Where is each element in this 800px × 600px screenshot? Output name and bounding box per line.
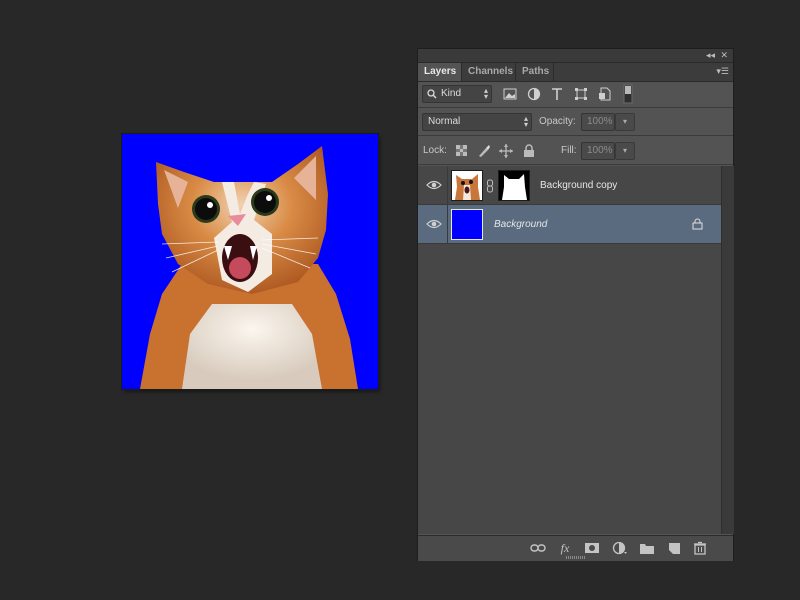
panel-titlebar: ◂◂ ✕ (418, 49, 733, 63)
opacity-slider-button[interactable]: ▾ (615, 113, 635, 131)
visibility-eye-icon[interactable] (426, 217, 442, 231)
layers-scrollbar[interactable] (721, 166, 734, 534)
lock-image-pixels-icon[interactable] (476, 143, 492, 159)
trash-icon[interactable] (692, 541, 708, 555)
mask-link-icon[interactable] (486, 179, 494, 193)
smart-object-filter-icon[interactable] (597, 86, 613, 102)
tab-layers[interactable]: Layers (418, 63, 462, 81)
visibility-eye-icon[interactable] (426, 178, 442, 192)
adjustment-layer-icon[interactable] (612, 541, 628, 555)
blend-row: Normal ▴ ▾ Opacity: 100% ▾ (418, 109, 733, 136)
lock-label: Lock: (423, 145, 447, 156)
new-layer-icon[interactable] (666, 541, 682, 555)
layer-name[interactable]: Background copy (540, 166, 617, 205)
blend-mode-value: Normal (428, 116, 461, 127)
image-filter-icon[interactable] (502, 86, 518, 102)
layers-list: Background copy Background (418, 166, 721, 534)
adjustment-filter-icon[interactable] (526, 86, 542, 102)
fill-label: Fill: (561, 145, 577, 156)
spinner-arrows-icon: ▴ ▾ (523, 114, 528, 129)
filter-toggle-icon[interactable] (623, 84, 633, 104)
layer-thumbnail[interactable] (451, 209, 483, 240)
filter-kind-value: Kind (441, 88, 462, 99)
layer-background[interactable]: Background (418, 205, 721, 244)
search-icon (427, 89, 437, 99)
filter-row: Kind ▴ ▾ (418, 81, 733, 108)
lock-all-icon[interactable] (521, 143, 537, 159)
panel-resize-grip[interactable] (566, 556, 586, 559)
link-layers-icon[interactable] (530, 541, 546, 555)
cat-image (140, 146, 358, 389)
layer-mask-thumbnail[interactable] (498, 170, 530, 201)
shape-filter-icon[interactable] (573, 86, 589, 102)
layer-name[interactable]: Background (494, 205, 547, 244)
document-canvas[interactable] (122, 134, 378, 389)
layer-lock-icon (692, 218, 703, 230)
fill-slider-button[interactable]: ▾ (615, 142, 635, 160)
opacity-field[interactable]: 100% (581, 113, 615, 131)
panel-tabbar: Layers Channels Paths ▾☰ (418, 63, 733, 82)
fx-icon[interactable]: fx (557, 541, 573, 555)
lock-row: Lock: Fill: 100% ▾ (418, 137, 733, 165)
filter-kind-dropdown[interactable]: Kind ▴ ▾ (422, 85, 492, 103)
lock-transparent-pixels-icon[interactable] (454, 143, 470, 159)
layers-panel: ◂◂ ✕ Layers Channels Paths ▾☰ Kind ▴ ▾ N… (417, 48, 734, 561)
panel-menu-icon[interactable]: ▾☰ (716, 66, 729, 77)
close-panel-icon[interactable]: ✕ (720, 49, 728, 62)
layer-thumbnail[interactable] (451, 170, 483, 201)
cat-thumbnail-image (452, 171, 482, 200)
fill-field[interactable]: 100% (581, 142, 615, 160)
tab-channels[interactable]: Channels (462, 63, 516, 81)
type-filter-icon[interactable] (549, 86, 565, 102)
tab-paths[interactable]: Paths (516, 63, 554, 81)
lock-position-icon[interactable] (498, 143, 514, 159)
add-mask-icon[interactable] (584, 541, 600, 555)
new-group-icon[interactable] (639, 541, 655, 555)
panel-footer: fx (418, 535, 733, 561)
blend-mode-dropdown[interactable]: Normal ▴ ▾ (422, 113, 532, 131)
mask-silhouette-image (502, 174, 527, 200)
opacity-label: Opacity: (539, 116, 576, 127)
spinner-arrows-icon: ▴ ▾ (483, 86, 488, 101)
layer-background-copy[interactable]: Background copy (418, 166, 721, 205)
collapse-panel-icon[interactable]: ◂◂ (706, 49, 715, 62)
